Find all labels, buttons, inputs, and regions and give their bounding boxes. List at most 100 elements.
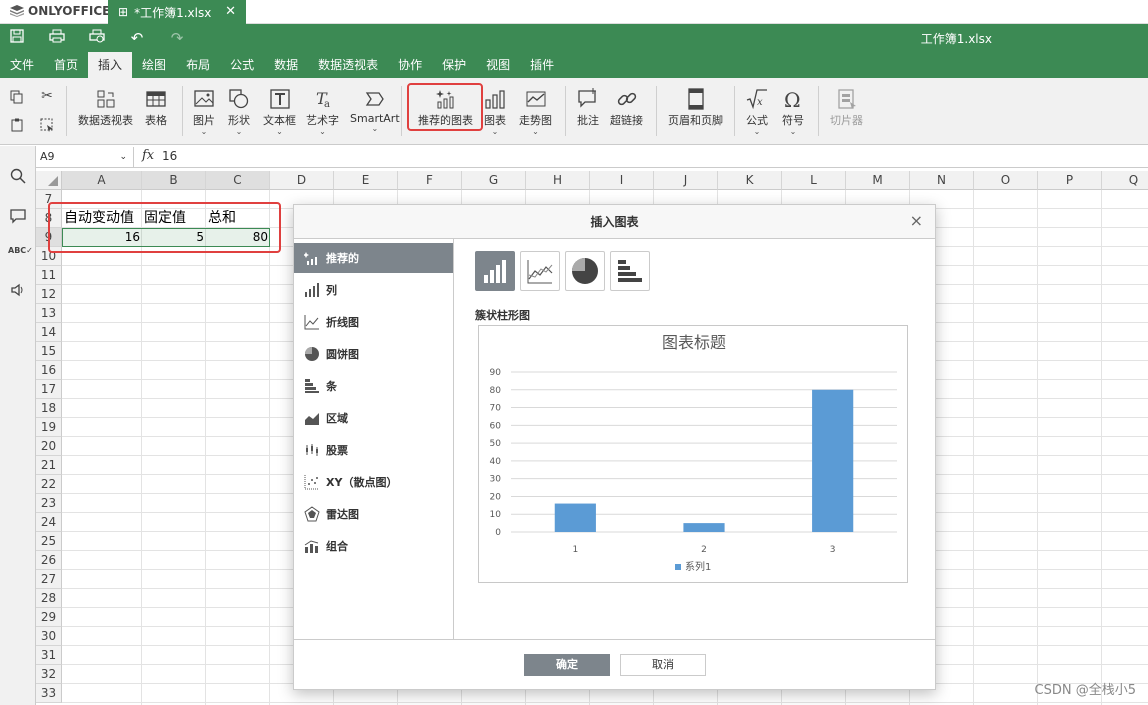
menu-tab[interactable]: 视图: [476, 52, 520, 78]
comment-button[interactable]: 批注: [577, 88, 599, 128]
chart-preview[interactable]: 图表标题 0 10 20 30 40 50 60 70 80 90 1 2 3 系列1: [478, 325, 908, 583]
chart-category-item[interactable]: 区域: [294, 403, 453, 433]
row-header[interactable]: 33: [36, 684, 62, 703]
column-header[interactable]: L: [782, 171, 846, 190]
pie-type-button[interactable]: [565, 251, 605, 291]
row-header[interactable]: 29: [36, 608, 62, 627]
chart-category-item[interactable]: 股票: [294, 435, 453, 465]
column-header[interactable]: M: [846, 171, 910, 190]
chart-category-item[interactable]: 圆饼图: [294, 339, 453, 369]
cut-icon[interactable]: ✂: [38, 88, 56, 106]
column-header[interactable]: B: [142, 171, 206, 190]
chart-category-item[interactable]: 组合: [294, 531, 453, 561]
document-tab[interactable]: ⊞ *工作簿1.xlsx ✕: [108, 0, 246, 24]
menu-tab[interactable]: 协作: [388, 52, 432, 78]
comment-icon[interactable]: [8, 208, 28, 228]
column-header[interactable]: G: [462, 171, 526, 190]
smartart-button[interactable]: SmartArt ⌄: [350, 88, 400, 133]
chart-category-item[interactable]: XY（散点图）: [294, 467, 453, 497]
row-header[interactable]: 12: [36, 285, 62, 304]
column-header[interactable]: C: [206, 171, 270, 190]
column-header[interactable]: H: [526, 171, 590, 190]
bar-type-button[interactable]: [610, 251, 650, 291]
row-header[interactable]: 24: [36, 513, 62, 532]
column-header[interactable]: P: [1038, 171, 1102, 190]
menu-tab[interactable]: 插件: [520, 52, 564, 78]
line-type-button[interactable]: [520, 251, 560, 291]
row-header[interactable]: 14: [36, 323, 62, 342]
image-button[interactable]: 图片 ⌄: [193, 88, 215, 136]
row-header[interactable]: 15: [36, 342, 62, 361]
menu-tab[interactable]: 布局: [176, 52, 220, 78]
row-header[interactable]: 27: [36, 570, 62, 589]
textbox-button[interactable]: 文本框 ⌄: [263, 88, 296, 136]
row-header[interactable]: 18: [36, 399, 62, 418]
menu-tab[interactable]: 保护: [432, 52, 476, 78]
row-header[interactable]: 22: [36, 475, 62, 494]
chart-button[interactable]: 图表 ⌄: [484, 88, 506, 136]
column-header[interactable]: D: [270, 171, 334, 190]
menu-tab[interactable]: 绘图: [132, 52, 176, 78]
cancel-button[interactable]: 取消: [620, 654, 706, 676]
name-box[interactable]: A9 ⌄: [36, 147, 134, 167]
chart-category-item[interactable]: 推荐的: [294, 243, 453, 273]
row-header[interactable]: 26: [36, 551, 62, 570]
column-header[interactable]: N: [910, 171, 974, 190]
row-header[interactable]: 25: [36, 532, 62, 551]
speaker-icon[interactable]: [8, 282, 28, 302]
row-header[interactable]: 30: [36, 627, 62, 646]
equation-button[interactable]: x 公式 ⌄: [746, 88, 768, 136]
save-icon[interactable]: [8, 29, 26, 47]
symbol-button[interactable]: Ω 符号 ⌄: [782, 88, 804, 136]
chart-category-item[interactable]: 雷达图: [294, 499, 453, 529]
close-tab-icon[interactable]: ✕: [225, 4, 236, 19]
row-header[interactable]: 32: [36, 665, 62, 684]
clustered-column-type-button[interactable]: [475, 251, 515, 291]
sparkline-button[interactable]: 走势图 ⌄: [519, 88, 552, 136]
hyperlink-button[interactable]: 超链接: [610, 88, 643, 128]
undo-icon[interactable]: ↶: [128, 29, 146, 47]
column-header[interactable]: F: [398, 171, 462, 190]
row-header[interactable]: 23: [36, 494, 62, 513]
row-header[interactable]: 11: [36, 266, 62, 285]
column-header[interactable]: I: [590, 171, 654, 190]
menu-tab[interactable]: 文件: [0, 52, 44, 78]
chart-category-item[interactable]: 折线图: [294, 307, 453, 337]
row-header[interactable]: 31: [36, 646, 62, 665]
redo-icon[interactable]: ↷: [168, 29, 186, 47]
menu-tab[interactable]: 插入: [88, 52, 133, 78]
spellcheck-icon[interactable]: ABC✓: [8, 246, 33, 266]
menu-tab[interactable]: 数据透视表: [308, 52, 388, 78]
menu-tab[interactable]: 公式: [220, 52, 264, 78]
function-icon[interactable]: fx: [142, 148, 154, 163]
search-icon[interactable]: [8, 168, 28, 188]
formula-input[interactable]: 16: [162, 149, 177, 163]
row-header[interactable]: 17: [36, 380, 62, 399]
select-all-icon[interactable]: [38, 118, 56, 136]
paste-icon[interactable]: [8, 118, 26, 136]
ok-button[interactable]: 确定: [524, 654, 610, 676]
column-header[interactable]: O: [974, 171, 1038, 190]
chevron-down-icon[interactable]: ⌄: [119, 147, 127, 167]
column-header[interactable]: K: [718, 171, 782, 190]
menu-tab[interactable]: 首页: [44, 52, 88, 78]
shape-button[interactable]: 形状 ⌄: [228, 88, 250, 136]
row-header[interactable]: 19: [36, 418, 62, 437]
quick-print-icon[interactable]: [88, 29, 106, 47]
textart-button[interactable]: Ta 艺术字 ⌄: [306, 88, 339, 136]
pivot-table-button[interactable]: 数据透视表: [78, 88, 133, 128]
print-icon[interactable]: [48, 29, 66, 47]
column-header[interactable]: J: [654, 171, 718, 190]
slicer-button[interactable]: 切片器: [830, 88, 863, 128]
row-header[interactable]: 13: [36, 304, 62, 323]
row-header[interactable]: 16: [36, 361, 62, 380]
row-header[interactable]: 28: [36, 589, 62, 608]
row-header[interactable]: 21: [36, 456, 62, 475]
column-header[interactable]: Q: [1102, 171, 1148, 190]
copy-icon[interactable]: [8, 90, 26, 108]
column-header[interactable]: A: [62, 171, 142, 190]
chart-category-item[interactable]: 条: [294, 371, 453, 401]
menu-tab[interactable]: 数据: [264, 52, 308, 78]
select-all-corner[interactable]: [36, 171, 62, 190]
close-icon[interactable]: ×: [910, 213, 923, 229]
